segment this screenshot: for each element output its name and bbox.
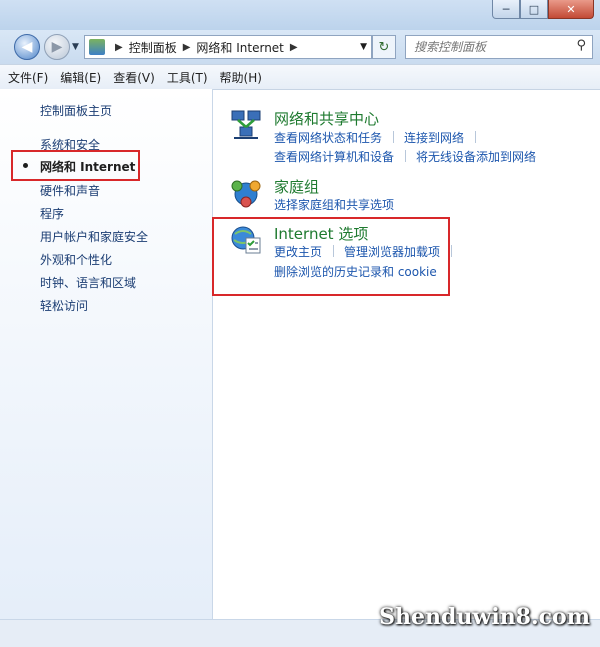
address-bar[interactable]: ▶ 控制面板 ▶ 网络和 Internet ▶ ▼ [84,35,372,59]
link-separator [333,245,334,257]
link-separator [393,131,394,143]
section-title-homegroup[interactable]: 家庭组 [274,176,319,197]
close-button[interactable]: ✕ [548,0,594,19]
refresh-icon: ↻ [378,39,390,55]
section-title-internet-options[interactable]: Internet 选项 [274,223,368,244]
link-homegroup-sharing-options[interactable]: 选择家庭组和共享选项 [274,196,394,213]
highlight-box-sidebar [11,150,140,181]
maximize-button[interactable]: □ [520,0,548,19]
back-button[interactable]: ◀ [14,34,40,60]
sidebar-item-appearance[interactable]: 外观和个性化 [40,251,112,268]
breadcrumb-control-panel[interactable]: 控制面板 [129,39,177,56]
back-arrow-icon: ◀ [21,39,33,55]
breadcrumb-separator-icon[interactable]: ▶ [183,42,191,53]
address-dropdown-icon[interactable]: ▼ [360,42,367,52]
forward-arrow-icon: ▶ [51,39,63,55]
recent-pages-dropdown[interactable]: ▼ [72,42,79,52]
link-add-wireless-device[interactable]: 将无线设备添加到网络 [416,148,536,165]
menu-view[interactable]: 查看(V) [113,69,155,86]
forward-button[interactable]: ▶ [44,34,70,60]
link-connect-to-network[interactable]: 连接到网络 [404,129,464,146]
search-box[interactable]: ⚲ [405,35,593,59]
section-title-network-sharing-center[interactable]: 网络和共享中心 [274,108,379,129]
refresh-button[interactable]: ↻ [372,35,396,59]
link-change-homepage[interactable]: 更改主页 [274,243,322,260]
network-sharing-icon [231,110,261,139]
link-view-network-status[interactable]: 查看网络状态和任务 [274,129,382,146]
sidebar-item-clock-language[interactable]: 时钟、语言和区域 [40,274,136,291]
sidebar-item-home[interactable]: 控制面板主页 [40,102,112,119]
homegroup-icon [231,180,261,208]
internet-options-icon [231,226,261,254]
window-controls: ─ □ ✕ [492,0,594,19]
control-panel-icon [89,39,105,55]
menu-bar: 文件(F) 编辑(E) 查看(V) 工具(T) 帮助(H) [0,64,600,90]
sidebar-item-user-accounts[interactable]: 用户帐户和家庭安全 [40,228,148,245]
minimize-button[interactable]: ─ [492,0,520,19]
title-bar: ─ □ ✕ [0,0,600,31]
search-input[interactable] [412,39,566,55]
link-separator [451,245,452,257]
link-manage-browser-addons[interactable]: 管理浏览器加载项 [344,243,440,260]
breadcrumb-separator-icon[interactable]: ▶ [290,42,298,53]
watermark-text: Shenduwin8.com [379,604,590,630]
menu-edit[interactable]: 编辑(E) [60,69,101,86]
link-separator [475,131,476,143]
menu-tools[interactable]: 工具(T) [167,69,208,86]
link-delete-browsing-history[interactable]: 删除浏览的历史记录和 cookie [274,263,437,280]
sidebar-item-ease-of-access[interactable]: 轻松访问 [40,297,88,314]
menu-file[interactable]: 文件(F) [8,69,48,86]
menu-help[interactable]: 帮助(H) [220,69,262,86]
breadcrumb-separator-icon[interactable]: ▶ [115,42,123,53]
search-icon[interactable]: ⚲ [576,38,586,53]
navigation-bar: ◀ ▶ ▼ ▶ 控制面板 ▶ 网络和 Internet ▶ ▼ ↻ ⚲ [0,30,600,64]
breadcrumb-network-internet[interactable]: 网络和 Internet [196,39,283,56]
link-separator [405,150,406,162]
sidebar-item-programs[interactable]: 程序 [40,205,64,222]
link-view-network-computers[interactable]: 查看网络计算机和设备 [274,148,394,165]
sidebar-item-hardware-sound[interactable]: 硬件和声音 [40,182,100,199]
